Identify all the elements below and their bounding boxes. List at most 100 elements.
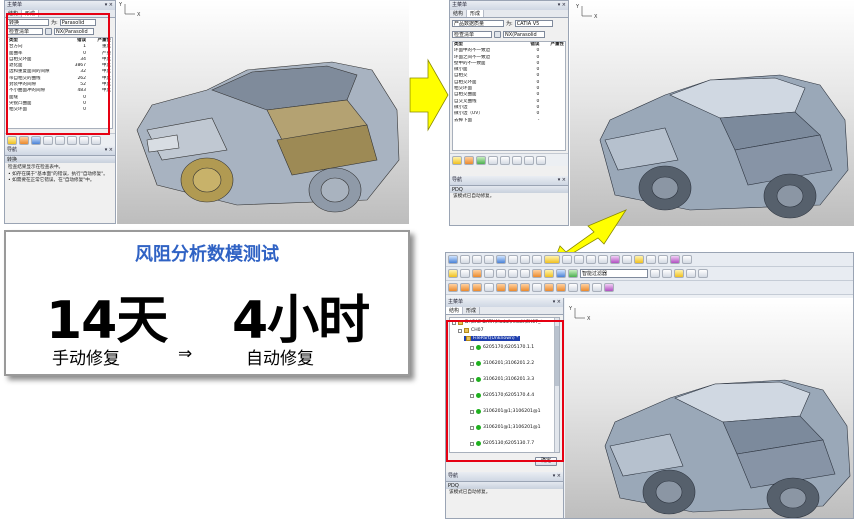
tool-a-icon[interactable] — [472, 269, 482, 278]
edit-c-icon[interactable] — [472, 283, 482, 292]
settings-icon[interactable] — [494, 31, 501, 38]
shade-icon[interactable] — [586, 255, 596, 264]
pin-icon[interactable] — [670, 255, 680, 264]
mode-select[interactable]: 转换 — [7, 19, 49, 26]
edit-a-icon[interactable] — [448, 283, 458, 292]
target-format-select[interactable]: CATIA V5 — [514, 20, 553, 27]
rotate-icon[interactable] — [520, 255, 530, 264]
viewport-3[interactable]: X Y — [565, 298, 853, 518]
filter-icon[interactable] — [512, 156, 522, 165]
edit-l-icon[interactable] — [580, 283, 590, 292]
edit-n-icon[interactable] — [604, 283, 614, 292]
wire-icon[interactable] — [598, 255, 608, 264]
tree-filepart[interactable]: FilePart(Unknown) * — [464, 336, 521, 341]
prev-icon[interactable] — [488, 156, 498, 165]
light-icon[interactable] — [634, 255, 644, 264]
nav-section-convert[interactable]: 转换 — [5, 155, 115, 163]
undo-icon[interactable] — [472, 255, 482, 264]
layer-icon[interactable] — [622, 255, 632, 264]
tree-part-3[interactable]: 3106201;3106201.3.3 — [470, 377, 534, 382]
edit-i-icon[interactable] — [544, 283, 554, 292]
repair-icon[interactable] — [19, 136, 29, 145]
tab-structure[interactable]: 结构 — [5, 10, 23, 17]
edit-b-icon[interactable] — [460, 283, 470, 292]
repair-icon[interactable] — [464, 156, 474, 165]
mode-select[interactable]: 产品数据质量 — [452, 20, 504, 27]
tool-g-icon[interactable] — [544, 269, 554, 278]
tool-l-icon[interactable] — [674, 269, 684, 278]
tree-part-6[interactable]: 3106201@1;3106201@1 — [470, 425, 541, 430]
viewport-1[interactable]: X Y — [117, 0, 409, 224]
highlight-icon[interactable] — [544, 255, 560, 264]
measure-icon[interactable] — [610, 255, 620, 264]
edit-m-icon[interactable] — [592, 283, 602, 292]
tool-f-icon[interactable] — [532, 269, 542, 278]
info-icon[interactable] — [448, 269, 458, 278]
edit-j-icon[interactable] — [556, 283, 566, 292]
section-icon[interactable] — [574, 255, 584, 264]
tab-structure[interactable]: 结构 — [446, 307, 464, 314]
options-icon[interactable] — [91, 136, 101, 145]
edit-k-icon[interactable] — [568, 283, 578, 292]
settings-icon[interactable] — [45, 28, 52, 35]
edit-h-icon[interactable] — [532, 283, 542, 292]
view-icon[interactable] — [562, 255, 572, 264]
tool-e-icon[interactable] — [520, 269, 530, 278]
checklist-select[interactable]: 检查清单 — [452, 31, 492, 38]
zoom-icon[interactable] — [476, 156, 486, 165]
filter-icon[interactable] — [67, 136, 77, 145]
target-format-select[interactable]: Parasolid — [59, 19, 96, 26]
kernel-select[interactable]: NX(Parasolid — [54, 28, 94, 35]
fit-icon[interactable] — [508, 255, 518, 264]
grid-icon[interactable] — [646, 255, 656, 264]
save-icon[interactable] — [460, 255, 470, 264]
export-icon[interactable] — [524, 156, 534, 165]
export-icon[interactable] — [79, 136, 89, 145]
pan-icon[interactable] — [532, 255, 542, 264]
table-row[interactable]: 去掉下面 - — [453, 118, 565, 124]
import-icon[interactable] — [496, 255, 506, 264]
tab-form[interactable]: 形成 — [463, 307, 481, 314]
pdq-section[interactable]: PDQ — [450, 185, 568, 193]
pdq-section[interactable]: PDQ — [446, 481, 563, 489]
tool-m-icon[interactable] — [686, 269, 696, 278]
tree-part-4[interactable]: 6205170;6205170.4.4 — [470, 393, 534, 398]
tab-form[interactable]: 形成 — [467, 10, 485, 17]
tool-d-icon[interactable] — [508, 269, 518, 278]
tree-part-2[interactable]: 3106201;3106201.2.2 — [470, 361, 534, 366]
tree-part-5[interactable]: 3106201@1;3106201@1 — [470, 409, 541, 414]
tool-c-icon[interactable] — [496, 269, 506, 278]
tree-scrollbar[interactable] — [554, 318, 559, 452]
tree-part-1[interactable]: 6205170;6205170.1.1 — [470, 345, 534, 350]
more-icon[interactable] — [682, 255, 692, 264]
next-icon[interactable] — [500, 156, 510, 165]
smart-filter-select[interactable]: 智能过滤器 — [580, 269, 648, 278]
tree-part-7[interactable]: 6205130;6205130.7.7 — [470, 441, 534, 446]
tool-n-icon[interactable] — [698, 269, 708, 278]
table-row[interactable]: 相交环面 0 — [8, 107, 112, 113]
edit-f-icon[interactable] — [508, 283, 518, 292]
check-icon[interactable] — [7, 136, 17, 145]
check-icon[interactable] — [452, 156, 462, 165]
tree-ch07[interactable]: CH07 — [458, 328, 484, 333]
tool-b-icon[interactable] — [484, 269, 494, 278]
tool-i-icon[interactable] — [568, 269, 578, 278]
tab-structure[interactable]: 结构 — [450, 10, 468, 17]
tool-j-icon[interactable] — [650, 269, 660, 278]
tab-form[interactable]: 形成 — [22, 10, 40, 17]
redo-icon[interactable] — [484, 255, 494, 264]
prev-icon[interactable] — [43, 136, 53, 145]
tree-root[interactable]: D:\CAE DATA\Modal\result\CH07_* — [452, 320, 543, 325]
kernel-select[interactable]: NX(Parasolid — [503, 31, 545, 38]
ok-button[interactable]: 确定 — [534, 457, 557, 466]
snap-icon[interactable] — [658, 255, 668, 264]
edit-e-icon[interactable] — [496, 283, 506, 292]
open-icon[interactable] — [448, 255, 458, 264]
checklist-select[interactable]: 检查清单 — [7, 28, 43, 35]
edit-d-icon[interactable] — [484, 283, 494, 292]
tool-k-icon[interactable] — [662, 269, 672, 278]
tool-h-icon[interactable] — [556, 269, 566, 278]
next-icon[interactable] — [55, 136, 65, 145]
options-icon[interactable] — [536, 156, 546, 165]
edit-g-icon[interactable] — [520, 283, 530, 292]
